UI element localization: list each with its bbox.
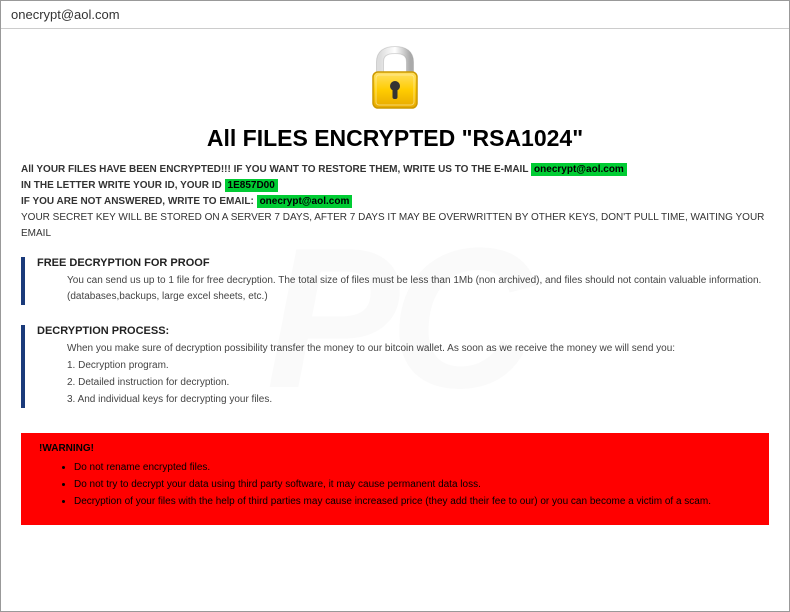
process-step-2: 2. Detailed instruction for decryption.	[67, 375, 769, 391]
contact-email-1: onecrypt@aol.com	[531, 163, 627, 176]
free-decryption-section: FREE DECRYPTION FOR PROOF You can send u…	[21, 257, 769, 305]
content-area[interactable]: PC All FILES EN	[1, 29, 789, 609]
window-titlebar: onecrypt@aol.com	[1, 1, 789, 29]
contact-email-2: onecrypt@aol.com	[257, 195, 353, 208]
decryption-process-section: DECRYPTION PROCESS: When you make sure o…	[21, 325, 769, 408]
process-intro: When you make sure of decryption possibi…	[67, 341, 769, 357]
warning-item-2: Do not try to decrypt your data using th…	[74, 477, 751, 492]
intro-line3: IF YOU ARE NOT ANSWERED, WRITE TO EMAIL:	[21, 196, 257, 207]
free-decryption-title: FREE DECRYPTION FOR PROOF	[37, 257, 769, 269]
warning-box: !WARNING! Do not rename encrypted files.…	[21, 433, 769, 525]
decryption-process-title: DECRYPTION PROCESS:	[37, 325, 769, 337]
free-decryption-body: You can send us up to 1 file for free de…	[37, 273, 769, 305]
lock-icon-container	[21, 44, 769, 117]
intro-line4: YOUR SECRET KEY WILL BE STORED ON A SERV…	[21, 210, 769, 242]
victim-id: 1E857D00	[225, 179, 278, 192]
warning-title: !WARNING!	[39, 443, 751, 454]
warning-item-3: Decryption of your files with the help o…	[74, 494, 751, 509]
intro-block: All YOUR FILES HAVE BEEN ENCRYPTED!!! IF…	[21, 162, 769, 242]
process-step-1: 1. Decryption program.	[67, 358, 769, 374]
intro-line2: IN THE LETTER WRITE YOUR ID, YOUR ID	[21, 180, 225, 191]
main-heading: All FILES ENCRYPTED "RSA1024"	[21, 125, 769, 152]
window-title: onecrypt@aol.com	[11, 7, 120, 22]
lock-icon	[366, 44, 424, 112]
process-step-3: 3. And individual keys for decrypting yo…	[67, 392, 769, 408]
intro-line1: All YOUR FILES HAVE BEEN ENCRYPTED!!! IF…	[21, 164, 531, 175]
warning-item-1: Do not rename encrypted files.	[74, 460, 751, 475]
